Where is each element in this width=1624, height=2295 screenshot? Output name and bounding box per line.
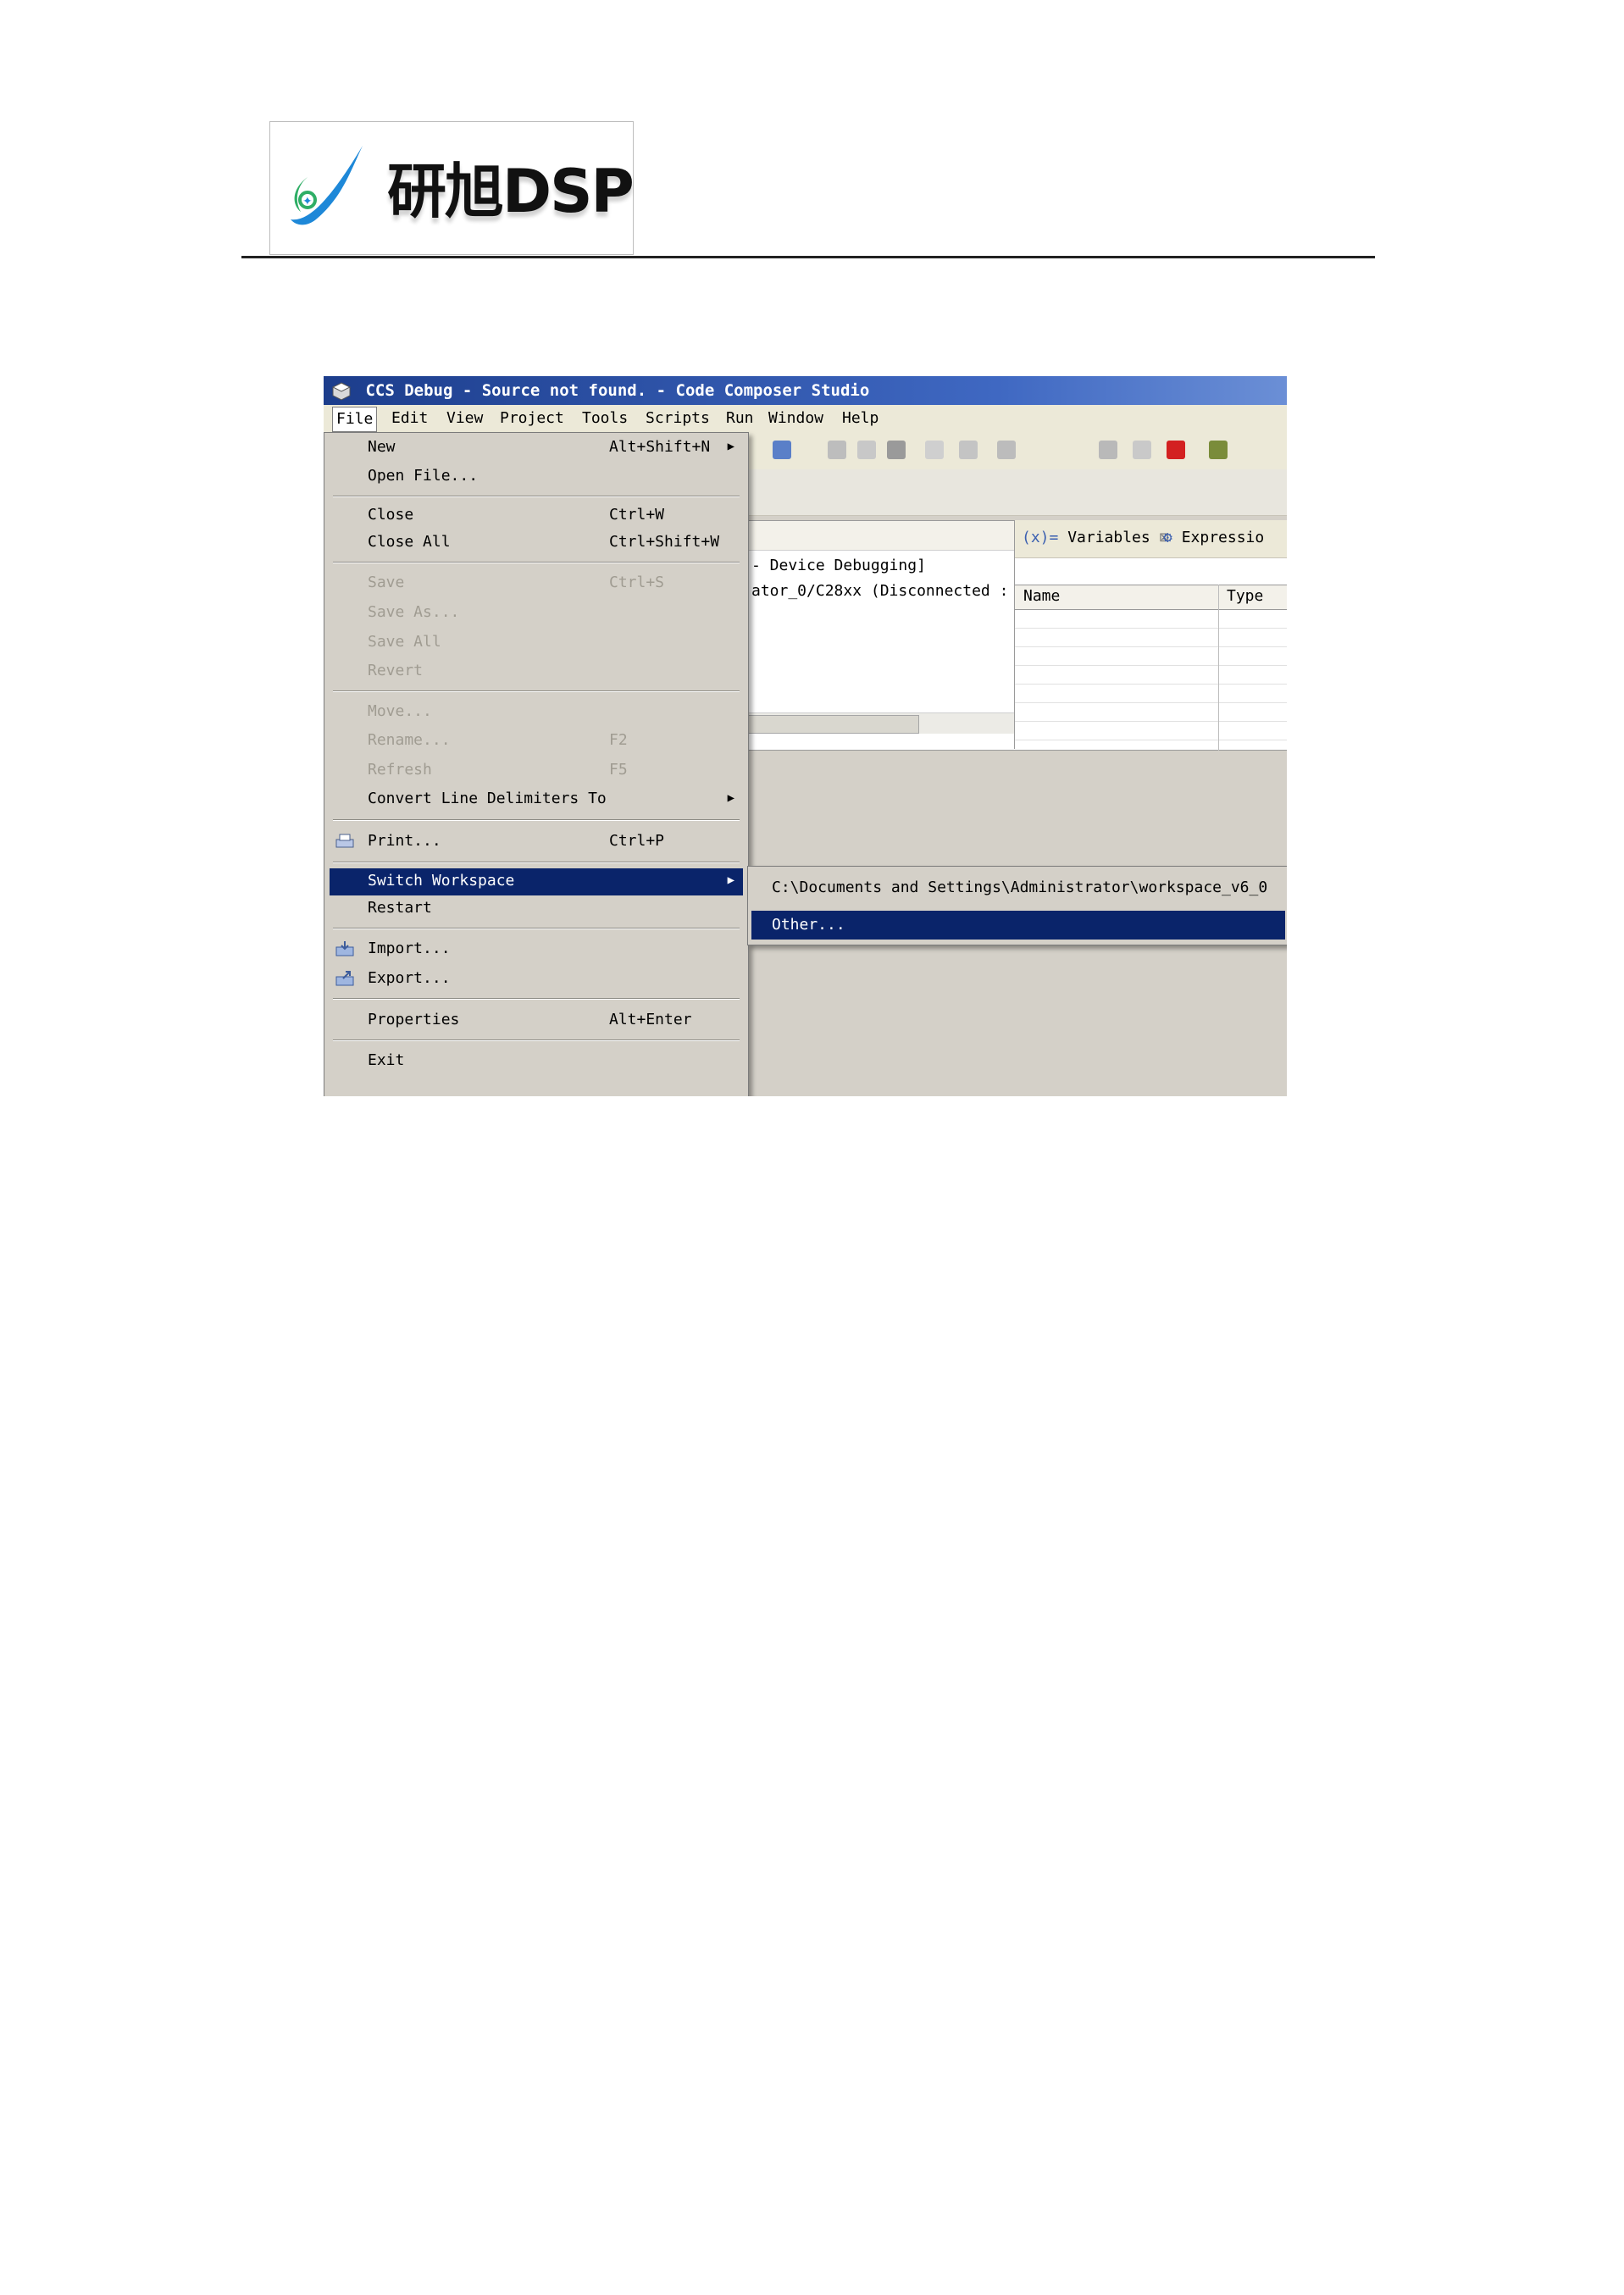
column-type[interactable]: Type	[1227, 587, 1263, 605]
ccs-app-icon	[332, 381, 351, 401]
debug-config-icon[interactable]	[773, 441, 791, 459]
scrollbar-thumb[interactable]	[748, 715, 919, 734]
logo-swoosh-icon: ✦	[291, 146, 363, 225]
menu-item-new[interactable]: New Alt+Shift+N ▶	[330, 435, 743, 462]
svg-text:✦: ✦	[302, 195, 313, 208]
menu-item-open-file[interactable]: Open File...	[330, 463, 743, 491]
build-icon[interactable]	[1209, 441, 1228, 459]
menu-run[interactable]: Run	[726, 405, 754, 432]
menu-separator	[333, 819, 740, 821]
resume-icon[interactable]	[1099, 441, 1117, 459]
menu-tools[interactable]: Tools	[582, 405, 628, 432]
column-divider	[1218, 585, 1219, 751]
menu-separator	[333, 928, 740, 929]
menu-separator	[333, 690, 740, 692]
debug-session-line[interactable]: - Device Debugging]	[751, 557, 926, 574]
terminate-icon[interactable]	[1167, 441, 1185, 459]
menu-window[interactable]: Window	[768, 405, 823, 432]
debug-target-line[interactable]: ator_0/C28xx (Disconnected : S	[751, 582, 1027, 600]
file-menu: New Alt+Shift+N ▶ Open File... Close Ctr…	[324, 432, 749, 1096]
variables-table: Name Type	[1015, 585, 1287, 751]
menu-item-switch-workspace[interactable]: Switch Workspace ▶	[330, 868, 743, 895]
column-name[interactable]: Name	[1023, 587, 1060, 605]
restart-icon[interactable]	[959, 441, 978, 459]
menu-scripts[interactable]: Scripts	[646, 405, 710, 432]
memory-icon[interactable]	[887, 441, 906, 459]
suspend-icon[interactable]	[1133, 441, 1151, 459]
menu-item-close[interactable]: Close Ctrl+W	[330, 502, 743, 529]
menu-separator	[333, 862, 740, 863]
menu-separator	[333, 1039, 740, 1041]
assembly-step-icon[interactable]	[997, 441, 1016, 459]
menu-item-properties[interactable]: Properties Alt+Enter	[330, 1007, 743, 1034]
menu-separator	[333, 998, 740, 1000]
table-row	[1015, 685, 1287, 703]
menu-item-save[interactable]: Save Ctrl+S	[330, 570, 743, 597]
menu-view[interactable]: View	[446, 405, 483, 432]
menu-edit[interactable]: Edit	[391, 405, 428, 432]
menu-bar: File Edit View Project Tools Scripts Run…	[324, 405, 1287, 433]
table-row	[1015, 610, 1287, 629]
variables-icon: (x)=	[1022, 529, 1059, 546]
menu-item-import[interactable]: Import...	[330, 936, 743, 963]
menu-separator	[333, 496, 740, 497]
table-row	[1015, 647, 1287, 666]
import-icon	[335, 941, 354, 956]
table-row	[1015, 629, 1287, 647]
tab-variables[interactable]: (x)= Variables ⊠	[1022, 529, 1168, 546]
export-icon	[335, 971, 354, 986]
menu-file[interactable]: File	[332, 407, 378, 432]
switch-workspace-submenu: C:\Documents and Settings\Administrator\…	[747, 866, 1287, 945]
menu-project[interactable]: Project	[500, 405, 564, 432]
menu-item-save-all[interactable]: Save All	[330, 629, 743, 657]
printer-icon	[335, 834, 354, 848]
expressions-icon: ⚙	[1163, 529, 1172, 546]
workspace-recent-item[interactable]: C:\Documents and Settings\Administrator\…	[751, 873, 1285, 902]
submenu-arrow-icon: ▶	[727, 440, 734, 453]
workspace-other-item[interactable]: Other...	[751, 911, 1285, 940]
table-row	[1015, 722, 1287, 740]
header-divider	[241, 256, 1375, 258]
submenu-arrow-icon: ▶	[727, 873, 734, 887]
logo-text: 研旭DSP	[387, 157, 635, 226]
company-logo: ✦ 研旭DSP	[269, 121, 635, 255]
window-title: CCS Debug - Source not found. - Code Com…	[365, 381, 870, 400]
variables-table-header: Name Type	[1015, 585, 1287, 610]
menu-help[interactable]: Help	[842, 405, 879, 432]
submenu-arrow-icon: ▶	[727, 791, 734, 805]
menu-item-restart[interactable]: Restart	[330, 895, 743, 923]
menu-item-print[interactable]: Print... Ctrl+P	[330, 829, 743, 856]
variables-view: (x)= Variables ⊠ ⚙ Expressio Name Type	[1014, 520, 1287, 751]
menu-item-revert[interactable]: Revert	[330, 658, 743, 685]
menu-item-rename[interactable]: Rename... F2	[330, 728, 743, 755]
step-into-icon[interactable]	[828, 441, 846, 459]
menu-item-convert-line-delimiters[interactable]: Convert Line Delimiters To ▶	[330, 786, 743, 813]
menu-separator	[333, 562, 740, 563]
variables-tabs: (x)= Variables ⊠ ⚙ Expressio	[1015, 520, 1287, 558]
menu-item-move[interactable]: Move...	[330, 699, 743, 726]
table-row	[1015, 703, 1287, 722]
tab-expressions[interactable]: ⚙ Expressio	[1163, 529, 1264, 546]
menu-item-exit[interactable]: Exit	[330, 1048, 743, 1075]
menu-item-save-as[interactable]: Save As...	[330, 600, 743, 627]
table-row	[1015, 666, 1287, 685]
step-return-icon[interactable]	[925, 441, 944, 459]
ccs-window-screenshot: CCS Debug - Source not found. - Code Com…	[324, 376, 1287, 1096]
menu-item-close-all[interactable]: Close All Ctrl+Shift+W	[330, 529, 743, 557]
window-titlebar: CCS Debug - Source not found. - Code Com…	[324, 376, 1287, 405]
menu-item-export[interactable]: Export...	[330, 966, 743, 993]
step-over-icon[interactable]	[857, 441, 876, 459]
menu-item-refresh[interactable]: Refresh F5	[330, 757, 743, 784]
